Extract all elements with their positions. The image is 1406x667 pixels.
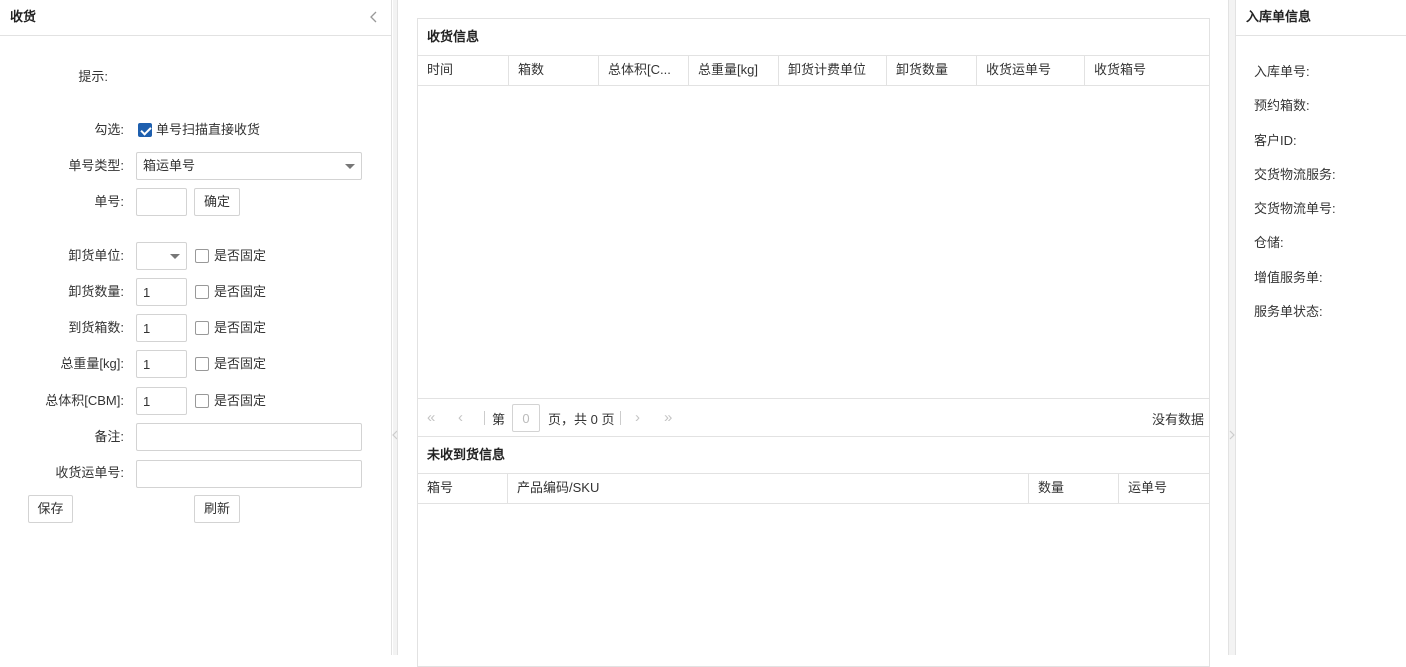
no-data-text: 没有数据 — [1151, 412, 1204, 427]
refresh-button[interactable]: 刷新 — [194, 495, 240, 523]
weight-fixed-checkbox[interactable] — [195, 357, 209, 371]
pager-separator — [484, 411, 485, 425]
number-type-select[interactable]: 箱运单号 — [136, 152, 362, 180]
remark-input[interactable] — [136, 423, 362, 451]
received-grid-header: 时间 箱数 总体积[C... 总重量[kg] 卸货计费单位 卸货数量 收货运单号… — [418, 56, 1209, 86]
pager-separator — [620, 411, 621, 425]
service-status-label: 服务单状态: — [1254, 304, 1323, 319]
inbound-no-label: 入库单号: — [1254, 64, 1310, 79]
volume-label: 总体积[CBM]: — [45, 393, 124, 408]
col-box-no[interactable]: 箱号 — [418, 474, 508, 503]
arrive-box-input[interactable] — [136, 314, 187, 342]
last-page-icon[interactable]: » — [664, 408, 672, 428]
unreceived-grid: 未收到货信息 箱号 产品编码/SKU 数量 运单号 — [417, 437, 1210, 667]
booking-box-label: 预约箱数: — [1254, 98, 1310, 113]
col-total-volume[interactable]: 总体积[C... — [599, 56, 689, 85]
number-type-value: 箱运单号 — [143, 158, 196, 173]
volume-fixed-checkbox[interactable] — [195, 394, 209, 408]
warehouse-label: 仓储: — [1254, 235, 1284, 250]
unreceived-grid-title: 未收到货信息 — [418, 437, 1209, 474]
unreceived-grid-header: 箱号 产品编码/SKU 数量 运单号 — [418, 474, 1209, 504]
center-panel: 收货信息 时间 箱数 总体积[C... 总重量[kg] 卸货计费单位 卸货数量 … — [397, 0, 1229, 667]
page-number-input[interactable] — [512, 404, 540, 432]
arrive-box-fixed-label: 是否固定 — [214, 320, 267, 335]
col-box-count[interactable]: 箱数 — [509, 56, 599, 85]
arrive-box-label: 到货箱数: — [68, 320, 124, 335]
col-time[interactable]: 时间 — [418, 56, 509, 85]
col-waybill[interactable]: 运单号 — [1119, 474, 1209, 503]
chevron-down-icon — [345, 164, 355, 169]
unload-qty-label: 卸货数量: — [68, 284, 124, 299]
waybill-input[interactable] — [136, 460, 362, 488]
received-grid-title: 收货信息 — [418, 19, 1209, 56]
collapse-left-icon[interactable] — [368, 8, 380, 26]
scan-direct-checkbox[interactable] — [138, 123, 152, 137]
col-unload-unit[interactable]: 卸货计费单位 — [779, 56, 887, 85]
check-label: 勾选: — [94, 122, 124, 137]
receive-panel: 收货 提示: 勾选: 单号扫描直接收货 单号类型: 箱运单号 单号: 确定 卸货… — [0, 0, 392, 655]
page-suffix: 页，共 0 页 — [548, 412, 615, 427]
col-total-weight[interactable]: 总重量[kg] — [689, 56, 779, 85]
unload-unit-label: 卸货单位: — [68, 248, 124, 263]
inbound-info-panel: 入库单信息 入库单号: 预约箱数: 客户ID: 交货物流服务: 交货物流单号: … — [1235, 0, 1406, 655]
number-input[interactable] — [136, 188, 187, 216]
col-unload-qty[interactable]: 卸货数量 — [887, 56, 977, 85]
receive-panel-title: 收货 — [0, 0, 391, 36]
col-box-no[interactable]: 收货箱号 — [1085, 56, 1209, 85]
waybill-label: 收货运单号: — [55, 465, 124, 480]
unload-qty-fixed-checkbox[interactable] — [195, 285, 209, 299]
number-type-label: 单号类型: — [68, 158, 124, 173]
unload-qty-fixed-label: 是否固定 — [214, 284, 267, 299]
volume-fixed-label: 是否固定 — [214, 393, 267, 408]
weight-label: 总重量[kg]: — [60, 356, 124, 371]
page-prefix: 第 — [492, 412, 506, 427]
pager: « ‹ 第 页，共 0 页 › » 没有数据 — [418, 398, 1209, 436]
unload-qty-input[interactable] — [136, 278, 187, 306]
unload-unit-fixed-checkbox[interactable] — [195, 249, 209, 263]
chevron-down-icon — [170, 254, 180, 259]
delivery-waybill-label: 交货物流单号: — [1254, 201, 1336, 216]
number-label: 单号: — [94, 194, 124, 209]
weight-input[interactable] — [136, 350, 187, 378]
value-added-label: 增值服务单: — [1254, 270, 1323, 285]
scan-direct-label: 单号扫描直接收货 — [156, 122, 261, 137]
next-page-icon[interactable]: › — [635, 408, 640, 428]
weight-fixed-label: 是否固定 — [214, 356, 267, 371]
arrive-box-fixed-checkbox[interactable] — [195, 321, 209, 335]
confirm-button[interactable]: 确定 — [194, 188, 240, 216]
col-sku[interactable]: 产品编码/SKU — [508, 474, 1029, 503]
prev-page-icon[interactable]: ‹ — [458, 408, 463, 428]
customer-id-label: 客户ID: — [1254, 133, 1297, 148]
volume-input[interactable] — [136, 387, 187, 415]
hint-label: 提示: — [78, 69, 108, 84]
delivery-service-label: 交货物流服务: — [1254, 167, 1336, 182]
first-page-icon[interactable]: « — [427, 408, 435, 428]
col-quantity[interactable]: 数量 — [1029, 474, 1119, 503]
inbound-info-title: 入库单信息 — [1236, 0, 1406, 36]
remark-label: 备注: — [94, 429, 124, 444]
unload-unit-fixed-label: 是否固定 — [214, 248, 267, 263]
received-grid: 收货信息 时间 箱数 总体积[C... 总重量[kg] 卸货计费单位 卸货数量 … — [417, 18, 1210, 437]
col-waybill[interactable]: 收货运单号 — [977, 56, 1085, 85]
save-button[interactable]: 保存 — [28, 495, 73, 523]
